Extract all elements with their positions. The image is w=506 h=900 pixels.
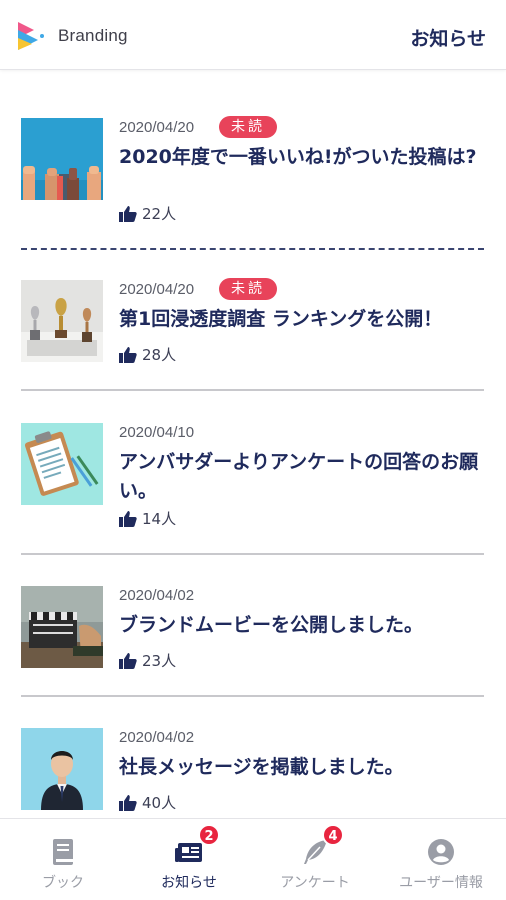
news-date: 2020/04/10 — [119, 424, 195, 441]
like-count-text: 28人 — [142, 346, 177, 364]
item-divider — [21, 389, 484, 391]
thumbs-up-icon — [119, 346, 137, 363]
tab-label: ユーザー情報 — [399, 875, 483, 891]
like-count-text: 40人 — [142, 794, 177, 812]
news-list: 2020/04/20 未読 2020年度で一番いいね!がついた投稿は? 22人 — [0, 70, 506, 818]
news-title: 第1回浸透度調査 ランキングを公開！ — [119, 308, 443, 330]
thumbs-up-icon — [119, 510, 137, 527]
unread-badge: 未読 — [219, 116, 277, 138]
like-count-text: 22人 — [142, 205, 177, 223]
thumbs-up-icon — [119, 652, 137, 669]
tab-label: アンケート — [280, 875, 350, 891]
news-date: 2020/04/20 — [119, 119, 195, 136]
tab-user-info[interactable]: ユーザー情報 — [378, 819, 504, 900]
news-title: 2020年度で一番いいね!がついた投稿は? — [119, 146, 477, 168]
page-title: お知らせ — [410, 28, 486, 50]
like-count: 23人 — [119, 650, 176, 671]
tab-survey[interactable]: 4 アンケート — [252, 819, 378, 900]
news-date: 2020/04/20 — [119, 281, 195, 298]
news-date: 2020/04/02 — [119, 587, 195, 604]
news-date: 2020/04/02 — [119, 729, 195, 746]
brand-name: Branding — [58, 26, 128, 45]
user-circle-icon — [428, 839, 454, 865]
app-header: Branding お知らせ — [0, 0, 506, 70]
news-thumbnail — [21, 586, 103, 668]
like-count: 40人 — [119, 792, 176, 813]
book-icon — [53, 839, 73, 865]
tab-label: ブック — [42, 875, 84, 891]
app-logo — [18, 22, 44, 50]
survey-count-badge: 4 — [322, 824, 344, 846]
like-count: 14人 — [119, 508, 176, 529]
thumbs-up-icon — [119, 205, 137, 222]
news-title: 社長メッセージを掲載しました。 — [119, 756, 404, 778]
unread-badge: 未読 — [219, 278, 277, 300]
notification-count-badge: 2 — [198, 824, 220, 846]
item-divider — [21, 553, 484, 555]
news-thumbnail — [21, 280, 103, 362]
like-count-text: 14人 — [142, 510, 177, 528]
news-thumbnail — [21, 728, 103, 810]
like-count: 22人 — [119, 203, 176, 224]
bottom-tab-bar: ブック 2 お知らせ 4 アンケート ユーザー情報 — [0, 818, 506, 900]
tab-book[interactable]: ブック — [0, 819, 126, 900]
tab-news[interactable]: 2 お知らせ — [126, 819, 252, 900]
like-count-text: 23人 — [142, 652, 177, 670]
thumbs-up-icon — [119, 794, 137, 811]
news-thumbnail — [21, 423, 103, 505]
like-count: 28人 — [119, 344, 176, 365]
news-title: ブランドムービーを公開しました。 — [119, 614, 424, 636]
item-divider — [21, 248, 484, 250]
news-title: アンバサダーよりアンケートの回答のお願い。 — [119, 451, 479, 502]
item-divider — [21, 695, 484, 697]
tab-label: お知らせ — [161, 875, 217, 891]
news-thumbnail — [21, 118, 103, 200]
